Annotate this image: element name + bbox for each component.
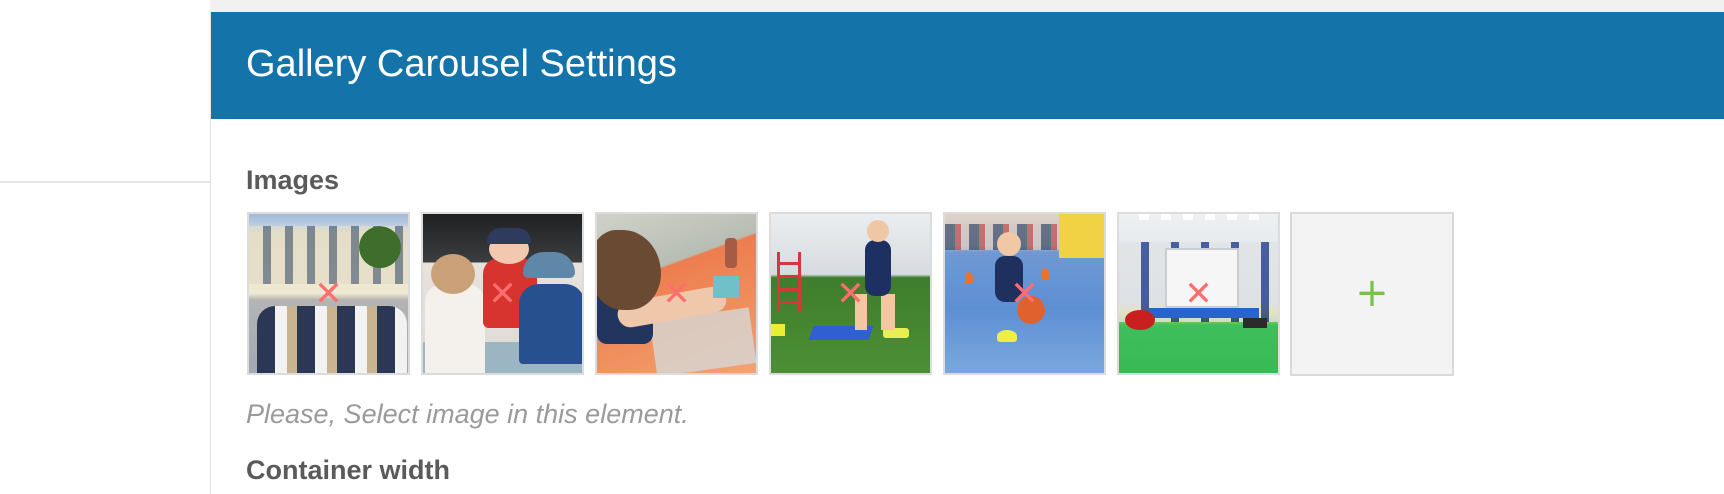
plus-icon: + [1355, 270, 1389, 316]
images-label: Images [246, 165, 340, 195]
close-icon[interactable]: ✕ [660, 277, 694, 311]
add-image-button[interactable]: + [1290, 212, 1454, 376]
close-icon[interactable]: ✕ [834, 277, 868, 311]
left-sidebar-area [0, 0, 210, 494]
image-thumbnail[interactable]: ✕ [421, 212, 584, 375]
close-icon[interactable]: ✕ [486, 277, 520, 311]
close-icon[interactable]: ✕ [1008, 277, 1042, 311]
images-hint: Please, Select image in this element. [246, 399, 689, 429]
sidebar-divider [0, 181, 210, 183]
image-thumbnail[interactable]: ✕ [1117, 212, 1280, 375]
panel-header: Gallery Carousel Settings [211, 12, 1724, 119]
close-icon[interactable]: ✕ [312, 277, 346, 311]
image-thumbnail[interactable]: ✕ [247, 212, 410, 375]
top-strip [210, 0, 1724, 12]
image-thumbnail[interactable]: ✕ [595, 212, 758, 375]
image-thumbnail-list: ✕ ✕ ✕ ✕ ✕ ✕ + [247, 212, 1454, 377]
panel-title: Gallery Carousel Settings [246, 43, 677, 85]
close-icon[interactable]: ✕ [1182, 277, 1216, 311]
image-thumbnail[interactable]: ✕ [943, 212, 1106, 375]
image-thumbnail[interactable]: ✕ [769, 212, 932, 375]
settings-panel: Gallery Carousel Settings Images ✕ ✕ ✕ ✕… [210, 12, 1724, 494]
container-width-label: Container width [246, 455, 450, 485]
